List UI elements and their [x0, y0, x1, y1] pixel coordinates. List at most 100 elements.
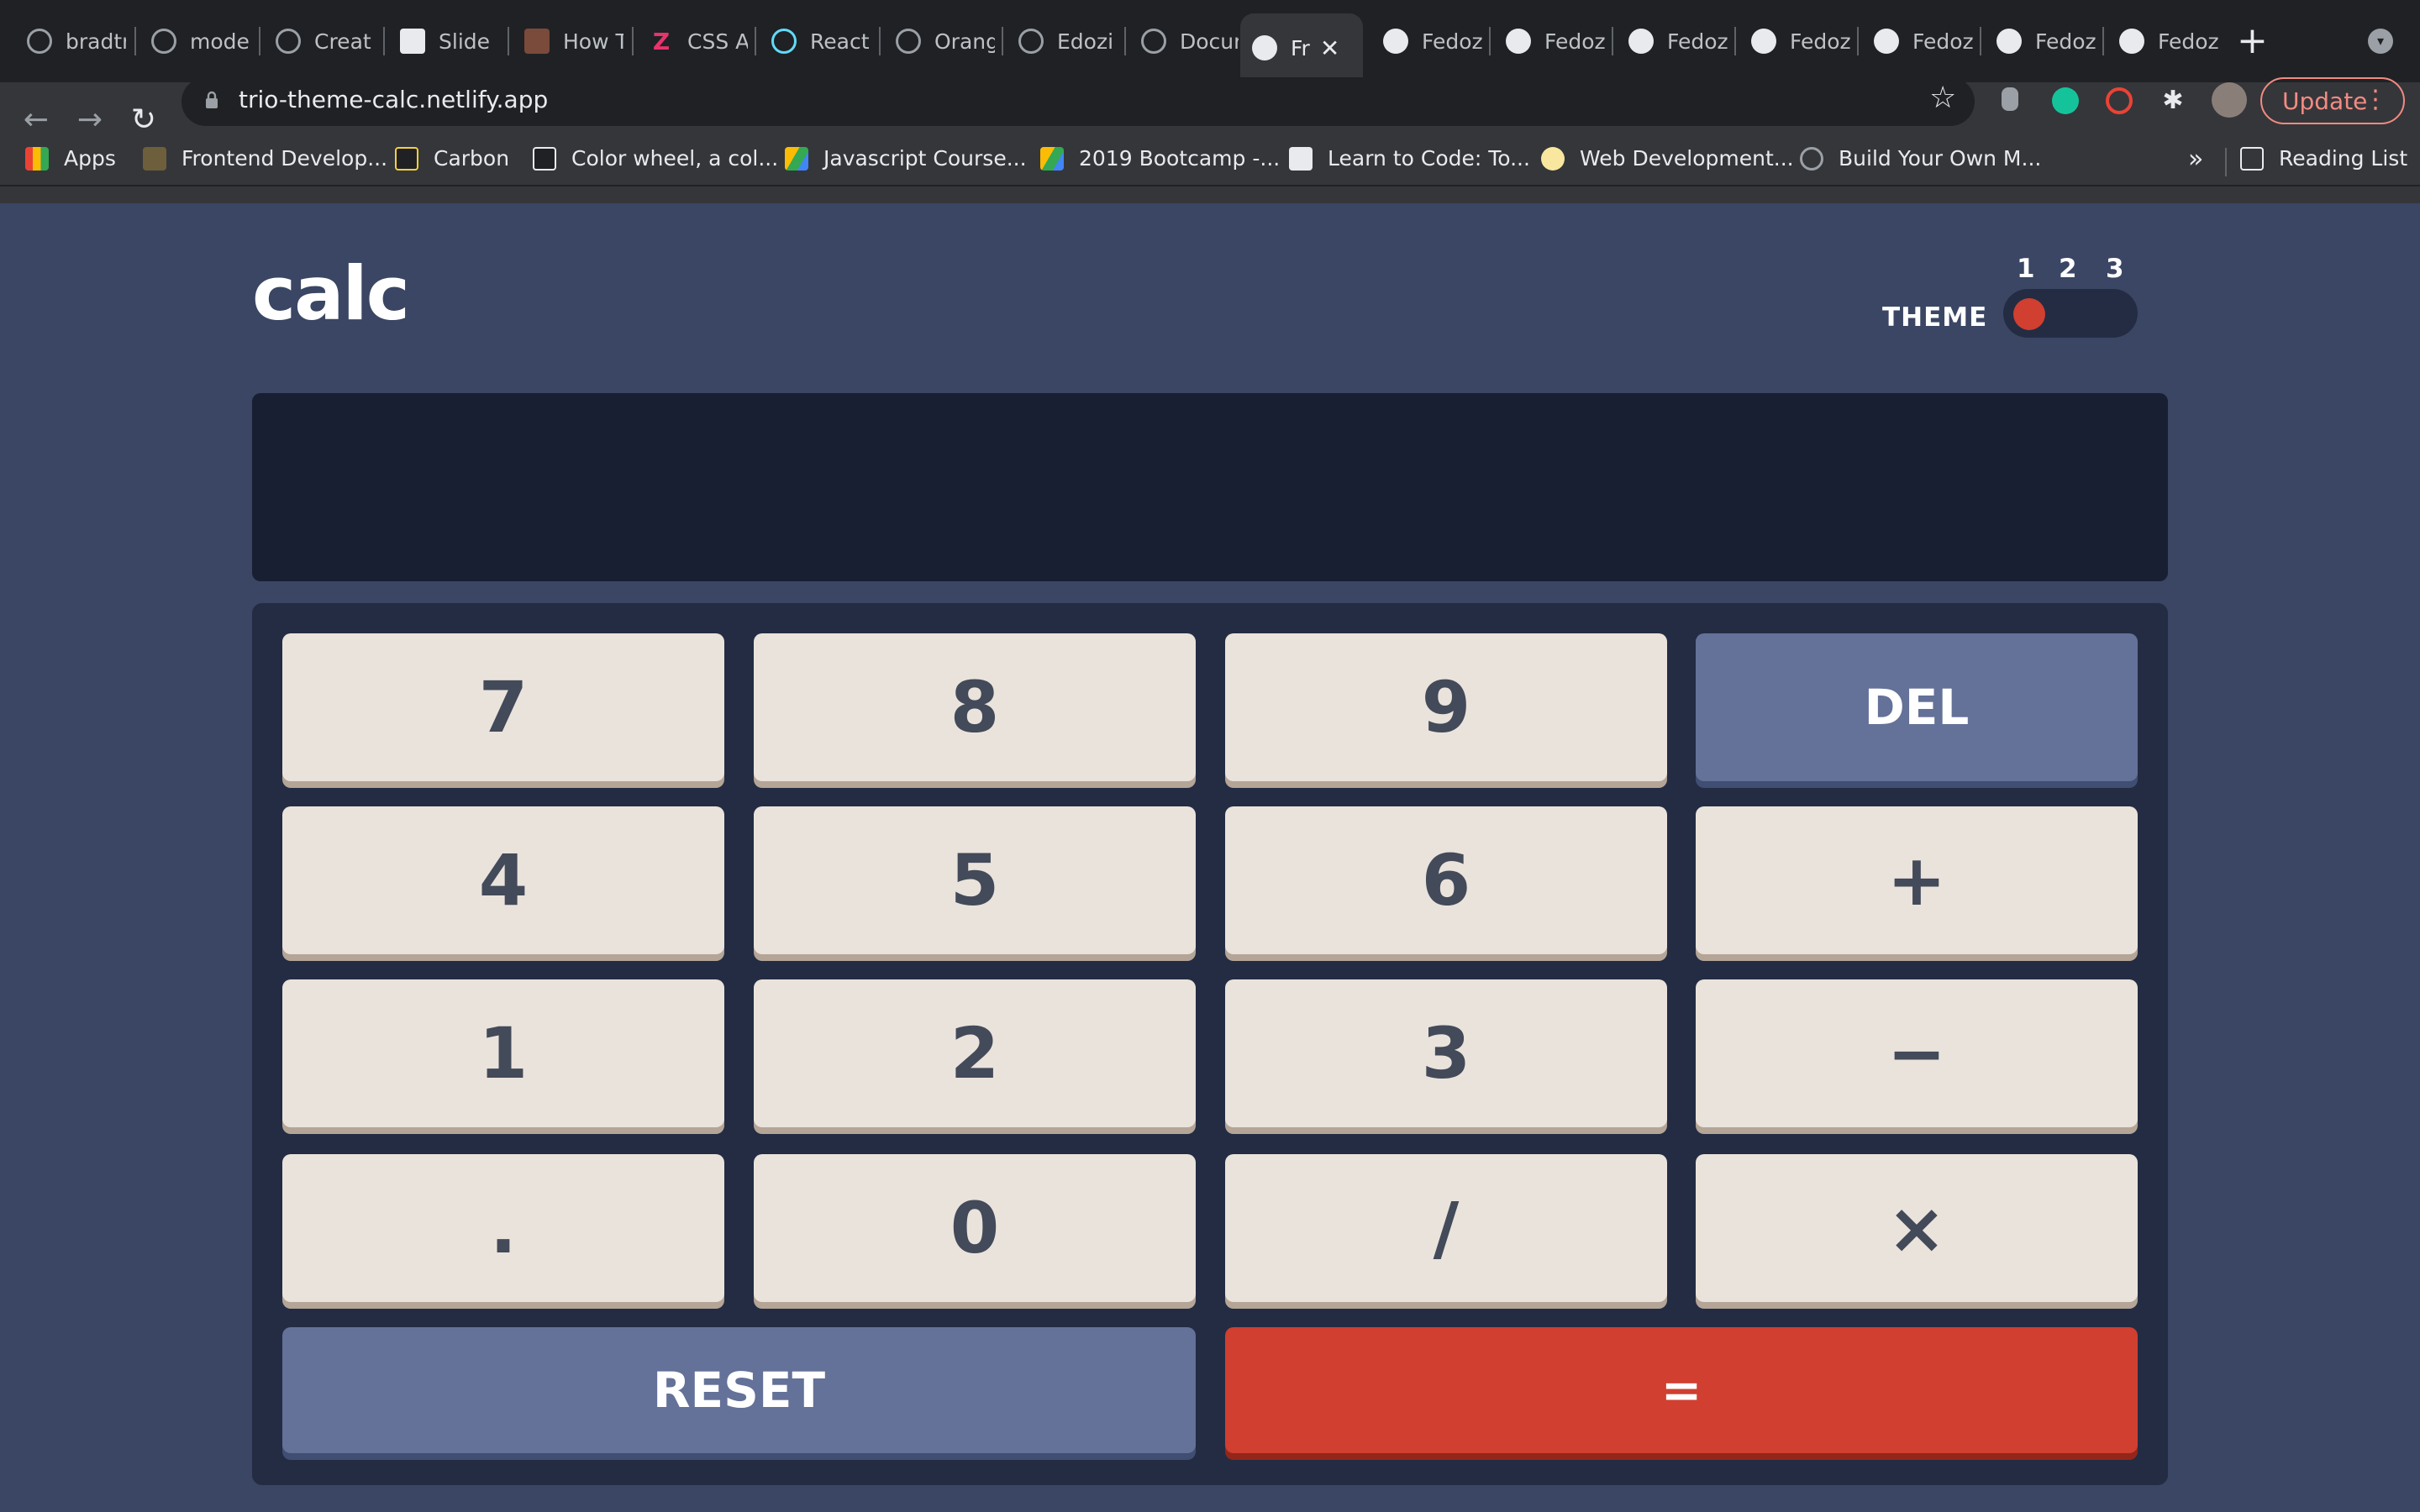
google-drive-icon — [1040, 146, 1064, 171]
browser-tab[interactable]: Fedoz — [1371, 13, 1482, 69]
keypad: 7 8 9 DEL 4 5 6 + 1 2 3 − . 0 / × RESET … — [252, 603, 2168, 1485]
new-tab-icon[interactable]: + — [2237, 20, 2268, 62]
reload-icon[interactable]: ↻ — [124, 101, 163, 139]
bookmark-item[interactable]: Frontend Develop... — [143, 146, 387, 171]
key-8[interactable]: 8 — [754, 633, 1196, 781]
browser-tab[interactable]: Fedoz — [1494, 13, 1605, 69]
theme-toggle[interactable] — [2003, 289, 2138, 338]
record-icon[interactable] — [2106, 87, 2133, 114]
bookmarks-overflow-icon[interactable]: » — [2188, 144, 2203, 174]
close-icon[interactable]: ✕ — [1320, 34, 1339, 62]
app-title: calc — [252, 250, 410, 337]
url-text[interactable]: trio-theme-calc.netlify.app — [239, 86, 548, 113]
tab-separator — [508, 27, 509, 55]
browser-tab[interactable]: Fedoz — [1985, 13, 2096, 69]
equals-button[interactable]: = — [1225, 1327, 2138, 1453]
extension-icon[interactable] — [2002, 87, 2018, 111]
delete-button[interactable]: DEL — [1696, 633, 2138, 781]
reading-list-button[interactable]: Reading List — [2240, 146, 2407, 171]
browser-tab[interactable]: Fedoz — [1739, 13, 1850, 69]
browser-tab[interactable]: bradtr — [15, 13, 126, 69]
key-9[interactable]: 9 — [1225, 633, 1667, 781]
theme-toggle-knob[interactable] — [2013, 298, 2045, 330]
browser-tab[interactable]: Docur — [1129, 13, 1239, 69]
back-arrow-icon[interactable]: ← — [17, 101, 55, 139]
browser-tab[interactable]: Orang — [884, 13, 995, 69]
key-2[interactable]: 2 — [754, 979, 1196, 1127]
browser-tab[interactable]: Edozi — [1007, 13, 1118, 69]
bookmark-item[interactable]: Learn to Code: To... — [1289, 146, 1530, 171]
graduation-cap-icon — [143, 146, 166, 171]
tab-title: Fedoz — [1912, 29, 1973, 54]
grammarly-icon[interactable] — [2052, 87, 2079, 114]
reset-button[interactable]: RESET — [282, 1327, 1196, 1453]
key-plus[interactable]: + — [1696, 806, 2138, 954]
bookmark-item[interactable]: Build Your Own M... — [1800, 146, 2041, 171]
browser-tab[interactable]: How T — [513, 13, 623, 69]
forward-arrow-icon[interactable]: → — [71, 101, 109, 139]
github-icon — [1874, 29, 1899, 54]
browser-tab[interactable]: Creat — [264, 13, 375, 69]
tab-title: CSS A — [687, 29, 748, 54]
bookmark-apps[interactable]: Apps — [25, 146, 116, 171]
globe-icon — [1018, 29, 1044, 54]
bookmarks-bar: Apps Frontend Develop... Carbon Color wh… — [0, 136, 2420, 186]
github-icon — [1383, 29, 1408, 54]
tab-separator — [879, 27, 881, 55]
codepen-icon — [400, 29, 425, 54]
browser-tab[interactable]: Z CSS A — [637, 13, 748, 69]
bookmark-item[interactable]: Carbon — [395, 146, 509, 171]
bookmark-item[interactable]: 2019 Bootcamp -... — [1040, 146, 1280, 171]
browser-tab[interactable]: mode — [139, 13, 250, 69]
key-multiply[interactable]: × — [1696, 1154, 2138, 1302]
theme-number-1: 1 — [2017, 254, 2035, 284]
browser-tab[interactable]: Slide — [388, 13, 499, 69]
site-icon — [1252, 35, 1277, 60]
carbon-icon — [395, 146, 418, 171]
bookmark-item[interactable]: Javascript Course... — [785, 146, 1027, 171]
theme-number-2: 2 — [2059, 254, 2077, 284]
globe-icon — [896, 29, 921, 54]
z-icon: Z — [652, 27, 671, 55]
puzzle-icon[interactable]: ✱ — [2160, 87, 2186, 114]
bookmark-star-icon[interactable]: ☆ — [1929, 81, 1956, 115]
tab-separator — [1489, 27, 1491, 55]
key-4[interactable]: 4 — [282, 806, 724, 954]
tab-title: Slide — [439, 29, 491, 54]
update-button[interactable]: Update ⋮ — [2260, 77, 2405, 124]
theme-number-3: 3 — [2106, 254, 2124, 284]
github-icon — [2119, 29, 2144, 54]
browser-tab[interactable]: Fedoz — [1617, 13, 1728, 69]
chevron-down-icon[interactable]: ▾ — [2368, 29, 2393, 54]
key-6[interactable]: 6 — [1225, 806, 1667, 954]
browser-tab[interactable]: Fedoz — [1862, 13, 1973, 69]
browser-tab-bar: bradtr mode Creat Slide How T Z CSS A Re… — [0, 0, 2420, 82]
key-3[interactable]: 3 — [1225, 979, 1667, 1127]
key-divide[interactable]: / — [1225, 1154, 1667, 1302]
browser-tab[interactable]: Fedoz — [2107, 13, 2218, 69]
github-icon — [1628, 29, 1654, 54]
tab-title: Fedoz — [2158, 29, 2218, 54]
browser-tab-active[interactable]: Fr ✕ — [1240, 13, 1363, 82]
tab-title: bradtr — [66, 29, 126, 54]
key-7[interactable]: 7 — [282, 633, 724, 781]
tab-title: How T — [563, 29, 623, 54]
key-decimal[interactable]: . — [282, 1154, 724, 1302]
tab-separator — [755, 27, 756, 55]
bookmark-item[interactable]: Web Development... — [1541, 146, 1794, 171]
browser-tab[interactable]: React — [760, 13, 871, 69]
github-icon — [1506, 29, 1531, 54]
key-minus[interactable]: − — [1696, 979, 2138, 1127]
bookmarks-separator — [2225, 148, 2227, 176]
key-1[interactable]: 1 — [282, 979, 724, 1127]
key-0[interactable]: 0 — [754, 1154, 1196, 1302]
tab-separator — [259, 27, 260, 55]
update-label: Update — [2282, 87, 2368, 115]
tab-title: React — [810, 29, 870, 54]
avatar[interactable] — [2212, 82, 2247, 118]
reading-list-icon — [2240, 146, 2264, 171]
apps-grid-icon — [25, 146, 49, 171]
bookmark-item[interactable]: Color wheel, a col... — [533, 146, 778, 171]
key-5[interactable]: 5 — [754, 806, 1196, 954]
more-options-icon: ⋮ — [2363, 85, 2388, 114]
